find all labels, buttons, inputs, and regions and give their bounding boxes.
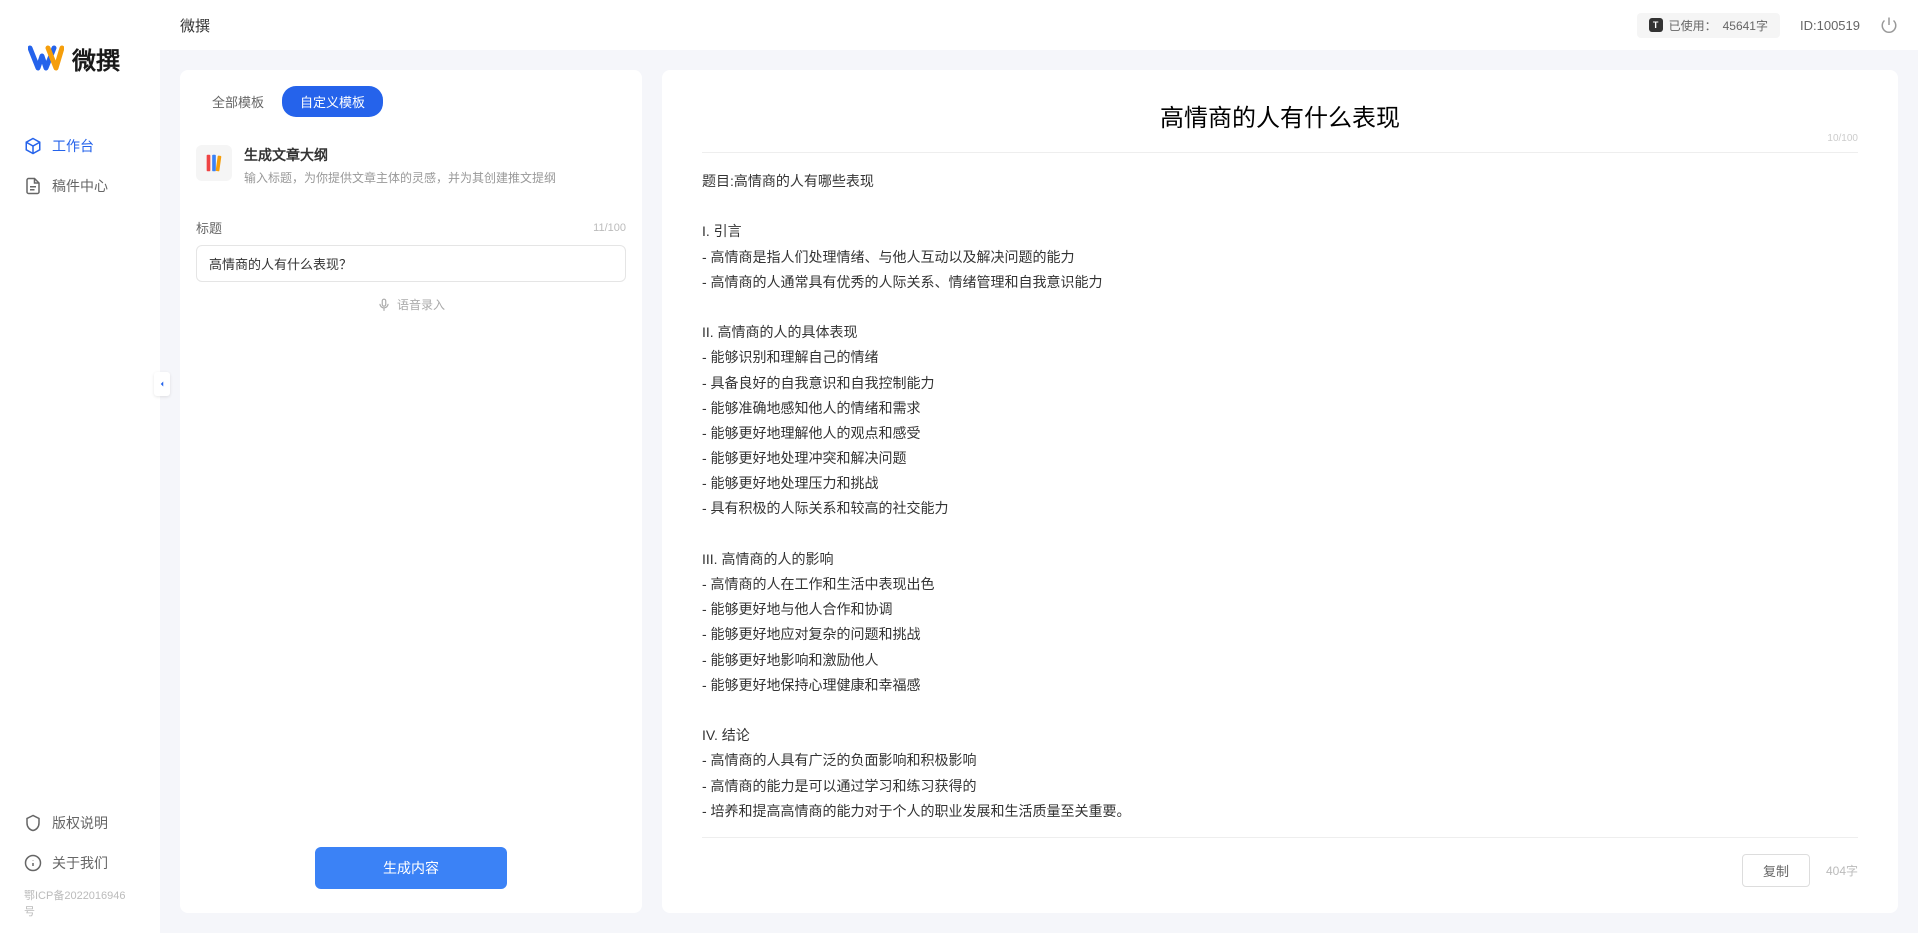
- user-id: ID:100519: [1800, 18, 1860, 33]
- output-footer: 复制 404字: [702, 837, 1858, 913]
- word-count: 404字: [1826, 862, 1858, 879]
- header-title: 微撰: [180, 15, 210, 36]
- chevron-left-icon: [157, 379, 167, 389]
- usage-label: 已使用：: [1669, 17, 1717, 34]
- output-title-count: 10/100: [662, 133, 1898, 144]
- nav-item-workspace[interactable]: 工作台: [0, 126, 160, 166]
- nav-item-label: 工作台: [52, 136, 94, 156]
- usage-value: 45641字: [1723, 17, 1768, 34]
- tab-all-templates[interactable]: 全部模板: [194, 86, 282, 117]
- books-icon: [196, 145, 232, 181]
- divider: [702, 152, 1858, 153]
- logo-icon: [28, 40, 64, 76]
- tab-custom-templates[interactable]: 自定义模板: [282, 86, 383, 117]
- main-nav: 工作台 稿件中心: [0, 106, 160, 226]
- icp-link[interactable]: 鄂ICP备2022016946号: [0, 883, 160, 923]
- template-tabs: 全部模板 自定义模板: [180, 70, 642, 133]
- nav-item-label: 版权说明: [52, 813, 108, 833]
- nav-item-drafts[interactable]: 稿件中心: [0, 166, 160, 206]
- nav-item-label: 稿件中心: [52, 176, 108, 196]
- output-content[interactable]: 题目:高情商的人有哪些表现 I. 引言 - 高情商是指人们处理情绪、与他人互动以…: [662, 169, 1898, 825]
- input-panel: 全部模板 自定义模板 生成文章大纲 输入标题，为你提供文章主体的灵感，: [180, 70, 642, 913]
- microphone-icon: [377, 298, 391, 312]
- logo-text: 微撰: [72, 41, 120, 76]
- generate-button[interactable]: 生成内容: [315, 847, 507, 889]
- sidebar-bottom: 版权说明 关于我们 鄂ICP备2022016946号: [0, 803, 160, 923]
- cube-icon: [24, 137, 42, 155]
- title-char-count: 11/100: [593, 222, 626, 234]
- nav-item-copyright[interactable]: 版权说明: [0, 803, 160, 843]
- shield-icon: [24, 814, 42, 832]
- logo[interactable]: 微撰: [0, 0, 160, 106]
- content-area: 全部模板 自定义模板 生成文章大纲 输入标题，为你提供文章主体的灵感，: [160, 50, 1918, 933]
- copy-button[interactable]: 复制: [1742, 854, 1810, 887]
- header: 微撰 T 已使用： 45641字 ID:100519: [160, 0, 1918, 50]
- power-icon[interactable]: [1880, 16, 1898, 34]
- template-desc: 输入标题，为你提供文章主体的灵感，并为其创建推文提纲: [244, 169, 626, 186]
- voice-input-label: 语音录入: [397, 296, 445, 313]
- text-icon: T: [1649, 18, 1663, 32]
- sidebar: 微撰 工作台: [0, 0, 160, 933]
- voice-input-button[interactable]: 语音录入: [180, 282, 642, 327]
- info-icon: [24, 854, 42, 872]
- form-section: 标题 11/100: [180, 198, 642, 282]
- main-area: 微撰 T 已使用： 45641字 ID:100519 全部模板: [160, 0, 1918, 933]
- template-title: 生成文章大纲: [244, 145, 626, 165]
- title-input[interactable]: [196, 245, 626, 282]
- sidebar-collapse-handle[interactable]: [154, 372, 170, 396]
- nav-item-about[interactable]: 关于我们: [0, 843, 160, 883]
- document-icon: [24, 177, 42, 195]
- template-card: 生成文章大纲 输入标题，为你提供文章主体的灵感，并为其创建推文提纲: [180, 133, 642, 198]
- template-info: 生成文章大纲 输入标题，为你提供文章主体的灵感，并为其创建推文提纲: [244, 145, 626, 186]
- output-panel: 高情商的人有什么表现 10/100 题目:高情商的人有哪些表现 I. 引言 - …: [662, 70, 1898, 913]
- title-label: 标题: [196, 218, 222, 237]
- nav-item-label: 关于我们: [52, 853, 108, 873]
- usage-badge[interactable]: T 已使用： 45641字: [1637, 13, 1780, 38]
